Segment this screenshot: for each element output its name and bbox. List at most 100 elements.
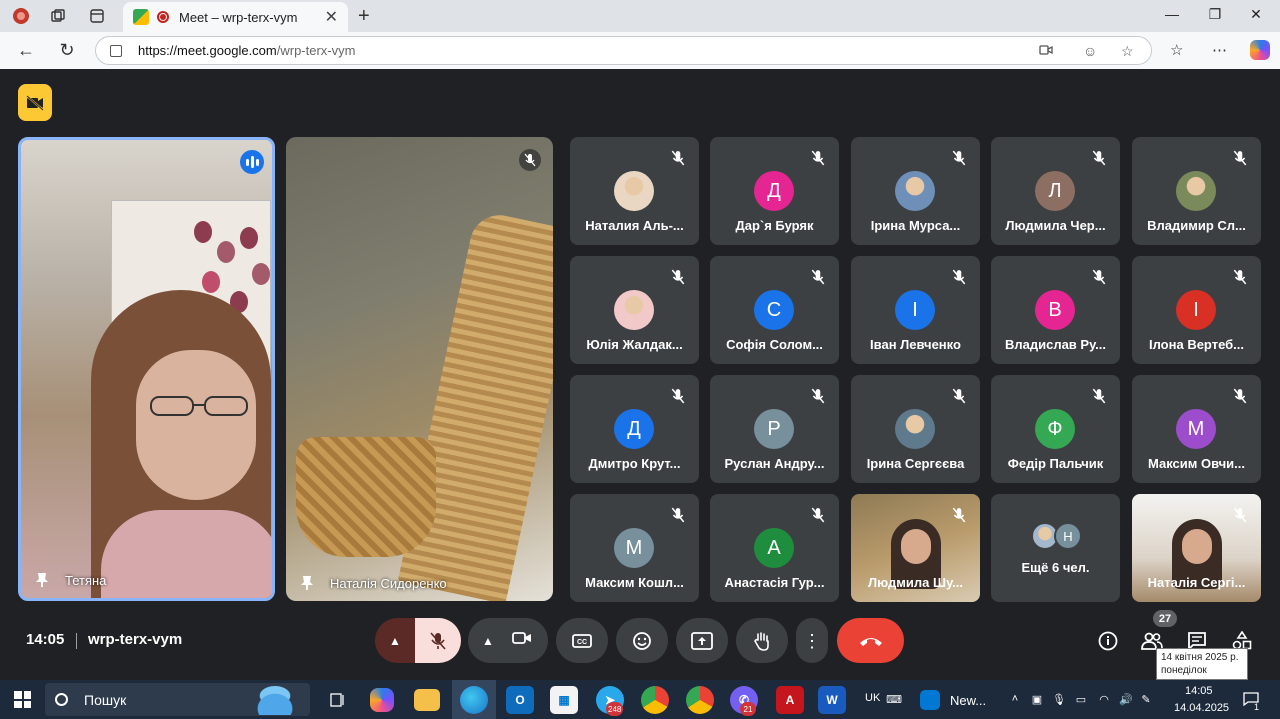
minimize-icon[interactable]: — xyxy=(1152,6,1192,22)
telegram-badge: 248 xyxy=(606,702,624,716)
favorites-icon[interactable]: ☆ xyxy=(1170,41,1183,59)
meet-favicon-icon xyxy=(133,9,149,25)
avatar: Ф xyxy=(1035,409,1075,449)
captions-button[interactable]: CC xyxy=(556,618,608,663)
pin-icon[interactable] xyxy=(35,572,49,588)
chrome-icon[interactable] xyxy=(641,686,669,714)
camera-toggle-icon[interactable] xyxy=(512,630,532,651)
microphone-control: ▲ xyxy=(375,618,461,663)
avatar: В xyxy=(1035,290,1075,330)
keyboard-icon[interactable]: ⌨ xyxy=(886,692,902,706)
language-indicator[interactable]: UK xyxy=(865,692,880,704)
camera-control: ▲ xyxy=(468,618,548,663)
workspaces-icon[interactable] xyxy=(47,6,69,26)
lock-icon xyxy=(110,44,122,57)
meeting-details-icon[interactable] xyxy=(1094,627,1122,655)
participant-tile[interactable]: Ірина Мурса... xyxy=(851,137,980,245)
volume-icon[interactable]: 🔊 xyxy=(1119,692,1133,706)
participant-tile[interactable]: М Максим Овчи... xyxy=(1132,375,1261,483)
windows-start-icon[interactable] xyxy=(14,691,31,708)
address-bar[interactable]: https://meet.google.com/wrp-terx-vym ☺ ☆ xyxy=(95,36,1152,65)
camera-in-use-icon[interactable] xyxy=(1039,43,1053,59)
participant-tile[interactable]: Ф Федір Пальчик xyxy=(991,375,1120,483)
outlook-icon[interactable]: O xyxy=(506,686,534,714)
participant-tile[interactable]: Наталия Аль-... xyxy=(570,137,699,245)
participant-tile[interactable]: Р Руслан Андру... xyxy=(710,375,839,483)
raise-hand-button[interactable] xyxy=(736,618,788,663)
date-tooltip: 14 квітня 2025 р. понеділок xyxy=(1156,648,1248,680)
participant-tile[interactable]: Людмила Шу... xyxy=(851,494,980,602)
close-tab-icon[interactable]: ✕ xyxy=(325,7,338,27)
copilot-taskbar-icon[interactable] xyxy=(370,688,394,712)
chrome-profile-icon[interactable] xyxy=(686,686,714,714)
participant-tile[interactable]: В Владислав Ру... xyxy=(991,256,1120,364)
avatar-photo xyxy=(895,171,935,211)
edge-icon[interactable] xyxy=(460,686,488,714)
participant-tile[interactable]: Наталія Сергі... xyxy=(1132,494,1261,602)
mic-off-icon xyxy=(1231,268,1249,286)
refresh-icon[interactable]: ↻ xyxy=(55,40,79,61)
participant-name: Руслан Андру... xyxy=(724,456,825,471)
participant-tile[interactable]: Д Дмитро Крут... xyxy=(570,375,699,483)
settings-more-icon[interactable]: ⋯ xyxy=(1212,41,1227,59)
participant-tile[interactable]: І Ілона Вертеб... xyxy=(1132,256,1261,364)
pin-icon[interactable] xyxy=(300,575,314,591)
camera-options-chevron-icon[interactable]: ▲ xyxy=(482,634,494,648)
news-icon[interactable] xyxy=(920,690,940,710)
maximize-icon[interactable]: ❐ xyxy=(1195,6,1235,23)
new-tab-icon[interactable]: + xyxy=(358,5,370,28)
tab-meet[interactable]: Meet – wrp-terx-vym ✕ xyxy=(123,2,348,32)
copilot-icon[interactable] xyxy=(1250,40,1270,60)
mic-off-icon xyxy=(950,387,968,405)
microphone-tray-icon[interactable]: 🎙 xyxy=(1052,692,1066,706)
tab-actions-icon[interactable] xyxy=(86,6,108,26)
show-hidden-icons-chevron-icon[interactable]: ˄ xyxy=(1008,692,1022,706)
pen-icon[interactable]: ✎ xyxy=(1139,692,1153,706)
participant-tile[interactable]: А Анастасія Гур... xyxy=(710,494,839,602)
wifi-icon[interactable]: ◠ xyxy=(1097,692,1111,706)
participant-name: Ещё 6 чел. xyxy=(1021,560,1090,575)
word-icon[interactable]: W xyxy=(818,686,846,714)
back-icon[interactable]: ← xyxy=(14,40,38,61)
close-window-icon[interactable]: ✕ xyxy=(1236,6,1276,23)
participant-tile[interactable]: Владимир Сл... xyxy=(1132,137,1261,245)
mic-toggle-button[interactable] xyxy=(415,618,461,663)
meet-tray-icon[interactable]: ▣ xyxy=(1030,692,1044,706)
mic-options-chevron-icon[interactable]: ▲ xyxy=(389,634,401,648)
participant-tile[interactable]: Ірина Сергєєва xyxy=(851,375,980,483)
participant-name: Наталія Сергі... xyxy=(1147,575,1246,590)
leave-call-button[interactable] xyxy=(837,618,904,663)
more-options-button[interactable]: ⋮ xyxy=(796,618,828,663)
battery-icon[interactable]: ▭ xyxy=(1074,692,1088,706)
reactions-button[interactable] xyxy=(616,618,668,663)
store-icon[interactable]: ▦ xyxy=(550,686,578,714)
meet-stage: Тетяна Наталія Сидоренко Наталия Аль-...… xyxy=(4,69,1276,680)
present-button[interactable] xyxy=(676,618,728,663)
acrobat-icon[interactable]: A xyxy=(776,686,804,714)
participant-name: Наталія Сидоренко xyxy=(330,575,447,591)
participant-tile[interactable]: М Максим Кошл... xyxy=(570,494,699,602)
participant-tile[interactable]: С Софія Солом... xyxy=(710,256,839,364)
participant-tile[interactable]: Н Ещё 6 чел. xyxy=(991,494,1120,602)
tray-time[interactable]: 14:05 xyxy=(1185,685,1213,697)
task-view-icon[interactable] xyxy=(324,686,352,714)
camera-off-badge-icon[interactable] xyxy=(18,84,52,121)
participant-name: Людмила Шу... xyxy=(868,575,963,590)
present-screen-icon xyxy=(691,631,713,650)
news-label[interactable]: New... xyxy=(950,693,986,708)
pinned-tile-tetiana[interactable]: Тетяна xyxy=(18,137,275,601)
file-explorer-icon[interactable] xyxy=(414,689,440,711)
profile-icon[interactable] xyxy=(10,6,32,26)
participant-tile[interactable]: Юлія Жалдак... xyxy=(570,256,699,364)
tray-date[interactable]: 14.04.2025 xyxy=(1174,702,1229,714)
participant-name: Федір Пальчик xyxy=(1007,456,1104,471)
mic-off-icon xyxy=(809,268,827,286)
participant-tile[interactable]: І Іван Левченко xyxy=(851,256,980,364)
mic-off-icon xyxy=(669,387,687,405)
more-tools-icon[interactable]: ☺ xyxy=(1083,43,1097,59)
participant-tile[interactable]: Д Дар`я Буряк xyxy=(710,137,839,245)
participant-tile[interactable]: Л Людмила Чер... xyxy=(991,137,1120,245)
favorite-star-icon[interactable]: ☆ xyxy=(1121,43,1134,60)
captions-icon: CC xyxy=(572,633,592,648)
pinned-tile-natalia-sydorenko[interactable]: Наталія Сидоренко xyxy=(286,137,553,601)
